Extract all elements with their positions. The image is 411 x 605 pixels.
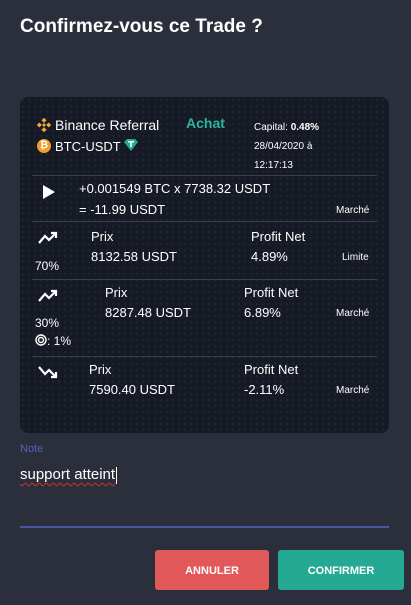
capital-info: Capital: 0.48% 28/04/2020 à 12:17:13 xyxy=(254,118,319,175)
tether-icon xyxy=(124,139,138,151)
trade-date: 28/04/2020 à xyxy=(254,141,313,152)
trade-summary-card: Binance Referral ₿ BTC-USDT Achat Capita… xyxy=(20,97,389,433)
target-1-profit-label: Profit Net xyxy=(251,229,306,244)
trade-side: Achat xyxy=(186,115,225,131)
stop-price: 7590.40 USDT xyxy=(89,382,175,397)
target-2-price-label: Prix xyxy=(105,285,128,300)
target-1-profit: 4.89% xyxy=(251,249,288,264)
divider xyxy=(32,175,377,176)
divider xyxy=(32,279,377,280)
binance-icon xyxy=(37,118,51,132)
play-icon xyxy=(43,185,55,199)
target-2-trailing: : 1% xyxy=(47,334,72,348)
bitcoin-icon: ₿ xyxy=(37,139,51,153)
note-input[interactable]: support atteint xyxy=(20,466,118,484)
divider xyxy=(32,356,377,357)
target-1-type: Limite xyxy=(342,252,369,263)
exchange-name: Binance Referral xyxy=(55,117,160,133)
target-1-price-label: Prix xyxy=(91,229,114,244)
trade-time: 12:17:13 xyxy=(254,160,293,171)
target-2-profit: 6.89% xyxy=(244,305,281,320)
target-1-price: 8132.58 USDT xyxy=(91,249,177,264)
stop-profit: -2.11% xyxy=(244,382,285,397)
trend-up-icon xyxy=(38,289,58,302)
trading-pair: BTC-USDT xyxy=(55,139,121,154)
dialog-title: Confirmez-vous ce Trade ? xyxy=(20,16,263,37)
trend-up-icon xyxy=(38,231,58,244)
target-1-percent: 70% xyxy=(35,259,60,273)
capital-value: 0.48% xyxy=(290,122,320,133)
text-cursor xyxy=(116,466,118,484)
target-2-type: Marché xyxy=(336,308,370,319)
note-underline xyxy=(20,526,389,528)
confirm-button[interactable]: CONFIRMER xyxy=(278,550,404,590)
divider xyxy=(32,221,377,222)
entry-type: Marché xyxy=(336,205,370,216)
target-2-percent: 30% xyxy=(35,316,60,330)
entry-line-1: +0.001549 BTC x 7738.32 USDT xyxy=(79,181,271,196)
cancel-button[interactable]: ANNULER xyxy=(155,550,269,590)
note-value: support atteint xyxy=(20,466,116,483)
stop-profit-label: Profit Net xyxy=(244,362,299,377)
stop-type: Marché xyxy=(336,385,370,396)
entry-line-2: = -11.99 USDT xyxy=(79,202,166,217)
trailing-icon xyxy=(35,334,47,346)
target-2-price: 8287.48 USDT xyxy=(105,305,191,320)
stop-price-label: Prix xyxy=(89,362,112,377)
trend-down-icon xyxy=(38,366,58,379)
target-2-profit-label: Profit Net xyxy=(244,285,299,300)
capital-label: Capital: xyxy=(254,122,288,133)
note-label: Note xyxy=(20,443,44,455)
